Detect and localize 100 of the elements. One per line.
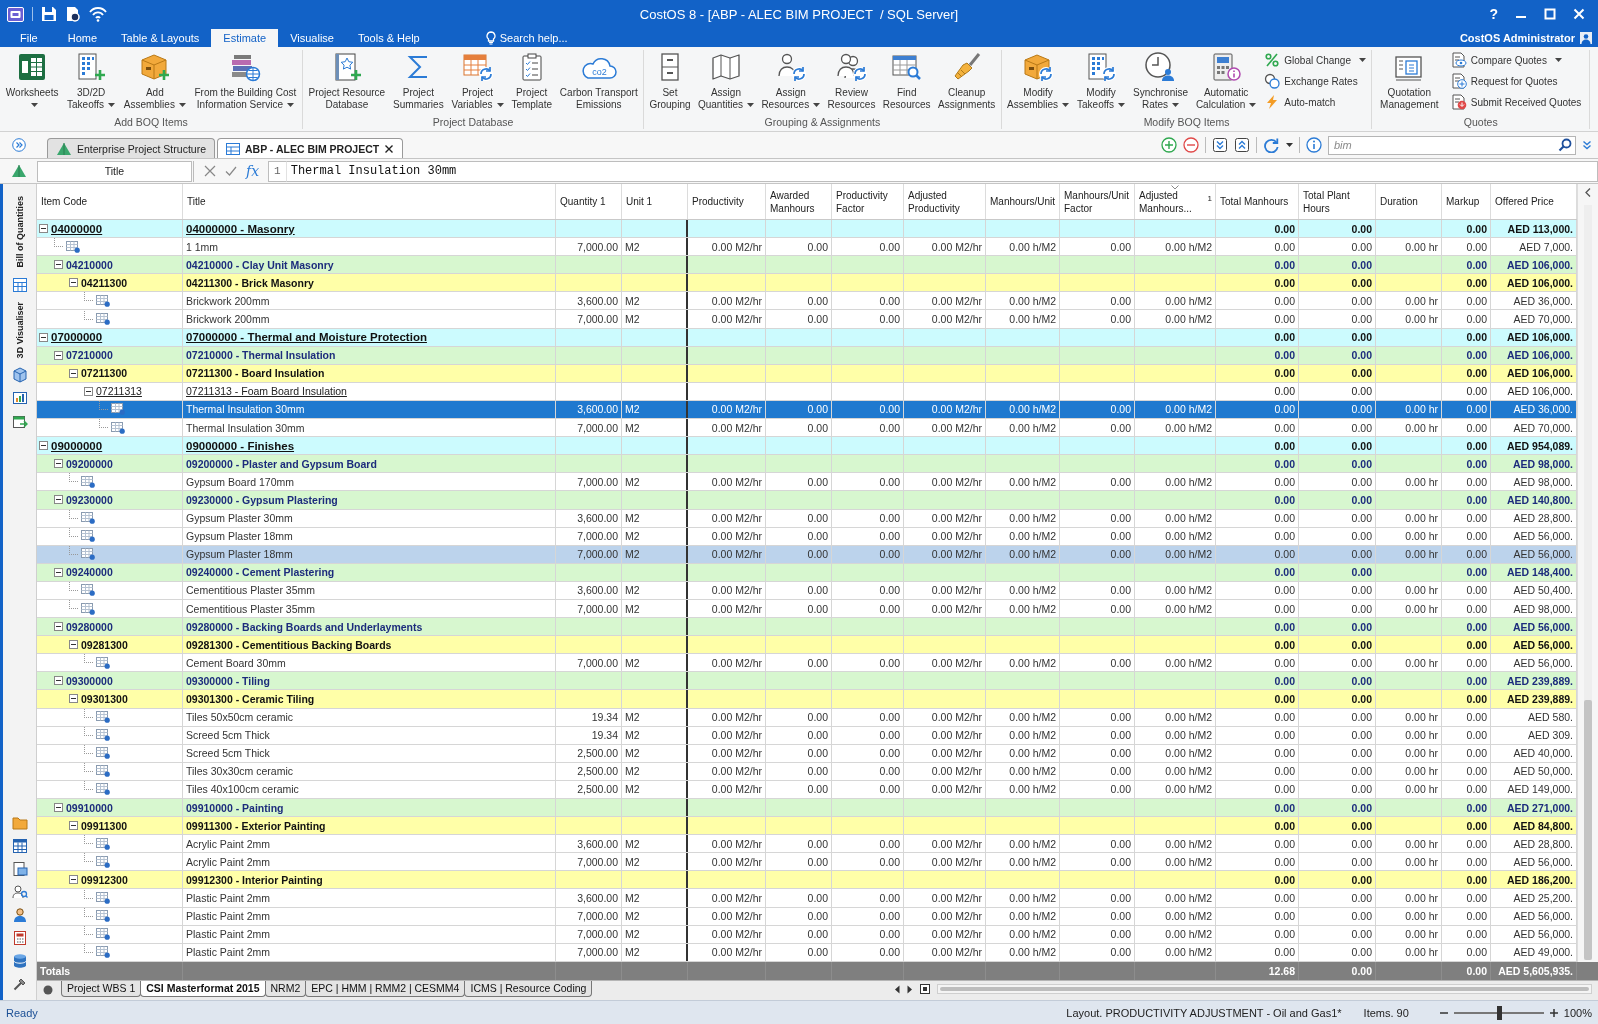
minus-box-icon[interactable] (69, 875, 78, 885)
column-header[interactable]: Adjusted Productivity (904, 184, 986, 219)
ribbon-button[interactable]: Project Summaries (391, 50, 446, 112)
left-arrow-icon[interactable] (894, 984, 900, 994)
table-row[interactable]: Acrylic Paint 2mm 3,600.00 M2 0.00 M2/hr 0.00 0.00 0.00 M2/hr 0.00 h/M2 0.00 0.00 h/M2 0.00 0.00 0.00 hr 0.00 AED 28,800. (37, 835, 1577, 854)
table-row[interactable]: 04210000 04210000 - Clay Unit Masonry 0.00 0.00 0.00 AED 106,000. (37, 256, 1577, 275)
document-tab[interactable]: Enterprise Project Structure (47, 138, 215, 158)
minus-box-icon[interactable] (39, 224, 48, 234)
collapse-all-icon[interactable] (1234, 137, 1250, 153)
minus-box-icon[interactable] (54, 676, 63, 686)
ribbon-button[interactable]: Modify Takeoffs (1075, 50, 1128, 112)
column-header[interactable]: Manhours/Unit Factor (1060, 184, 1135, 219)
ribbon-button[interactable]: Modify Assemblies (1005, 50, 1072, 112)
ribbon-button[interactable]: Global Change (1262, 50, 1368, 70)
person-icon[interactable] (11, 907, 28, 923)
double-chevron-icon[interactable] (11, 138, 26, 152)
caret-icon[interactable] (1286, 143, 1293, 147)
database-icon[interactable] (11, 953, 28, 969)
table-row[interactable]: Acrylic Paint 2mm 7,000.00 M2 0.00 M2/hr 0.00 0.00 0.00 M2/hr 0.00 h/M2 0.00 0.00 h/M2 0.00 0.00 0.00 hr 0.00 AED 56,000. (37, 853, 1577, 872)
minus-box-icon[interactable] (54, 803, 63, 813)
column-header[interactable]: Manhours/Unit (986, 184, 1060, 219)
table-row[interactable]: 1 1mm 7,000.00 M2 0.00 M2/hr 0.00 0.00 0.00 M2/hr 0.00 h/M2 0.00 0.00 h/M2 0.00 0.00 0.00 hr 0.00 AED 7,000. (37, 238, 1577, 257)
help-button[interactable]: ? (1489, 6, 1498, 22)
column-header[interactable]: Productivity Factor (832, 184, 904, 219)
table-icon[interactable] (11, 838, 28, 854)
document-tab[interactable]: ABP - ALEC BIM PROJECT (216, 138, 404, 158)
chevrons-down-icon[interactable] (1582, 140, 1592, 150)
ribbon-button[interactable]: Cleanup Assignments (936, 50, 998, 112)
column-header[interactable]: Markup (1442, 184, 1491, 219)
vertical-scrollbar[interactable] (1584, 205, 1592, 960)
calculator-icon[interactable] (11, 930, 28, 946)
minus-box-icon[interactable] (54, 622, 63, 632)
column-header[interactable]: Productivity (688, 184, 766, 219)
ribbon-button[interactable]: Request for Quotes (1448, 71, 1584, 91)
table-row[interactable]: Thermal Insulation 30mm 7,000.00 M2 0.00 M2/hr 0.00 0.00 0.00 M2/hr 0.00 h/M2 0.00 0.00 h/M2 0.00 0.00 0.00 hr 0.00 AED 70,000. (37, 419, 1577, 438)
close-icon[interactable] (384, 143, 395, 154)
column-header[interactable]: Total Manhours (1216, 184, 1299, 219)
add-icon[interactable] (1161, 137, 1177, 153)
sheet-tab[interactable]: NRM2 (264, 980, 307, 997)
ribbon-button[interactable]: From the Building Cost Information Service (192, 50, 299, 112)
minus-box-icon[interactable] (69, 368, 78, 378)
horizontal-scrollbar[interactable] (937, 984, 1592, 995)
sheet-tab[interactable]: Project WBS 1 (61, 980, 142, 997)
right-arrow-icon[interactable] (907, 984, 913, 994)
minus-box-icon[interactable] (69, 640, 78, 650)
search-field[interactable]: bim (1328, 135, 1576, 155)
column-header[interactable]: Adjusted Manhours... 1 (1135, 184, 1216, 219)
minus-box-icon[interactable] (39, 441, 48, 451)
search-help-field[interactable]: Search help... (499, 32, 580, 44)
minus-box-icon[interactable] (69, 278, 78, 288)
cancel-icon[interactable] (204, 165, 216, 177)
ribbon-button[interactable]: Exchange Rates (1262, 71, 1368, 91)
column-name-field[interactable]: Title (37, 160, 192, 182)
column-header[interactable]: Unit 1 (622, 184, 688, 219)
table-row[interactable]: 09200000 09200000 - Plaster and Gypsum Board 0.00 0.00 0.00 AED 98,000. (37, 455, 1577, 474)
column-header[interactable]: Title (183, 184, 556, 219)
minus-box-icon[interactable] (54, 495, 63, 505)
info-icon[interactable] (1306, 137, 1322, 153)
ribbon-button[interactable]: Find Resources (880, 50, 933, 112)
folder-icon[interactable] (11, 815, 28, 831)
menu-tab[interactable]: Visualise (278, 29, 346, 47)
menu-tab[interactable]: Tools & Help (346, 29, 432, 47)
ribbon-button[interactable]: Synchronise Rates (1130, 50, 1190, 112)
column-header[interactable]: Quantity 1 (556, 184, 622, 219)
table-row[interactable]: 09301300 09301300 - Ceramic Tiling 0.00 0.00 0.00 AED 239,889. (37, 690, 1577, 709)
cube-icon[interactable] (11, 366, 28, 383)
ribbon-button[interactable]: Automatic Calculation (1193, 50, 1259, 112)
ribbon-button[interactable]: Project Resource Database (306, 50, 388, 112)
ribbon-button[interactable]: Auto-match (1262, 92, 1368, 112)
menu-tab[interactable]: Home (55, 29, 110, 47)
table-row[interactable]: 09280000 09280000 - Backing Boards and Underlayments 0.00 0.00 0.00 AED 56,000. (37, 618, 1577, 637)
bar-chart-icon[interactable] (11, 389, 28, 406)
ribbon-button[interactable]: Project Template (509, 50, 554, 112)
remove-icon[interactable] (1183, 137, 1199, 153)
minus-box-icon[interactable] (39, 332, 48, 342)
table-row[interactable]: Plastic Paint 2mm 3,600.00 M2 0.00 M2/hr 0.00 0.00 0.00 M2/hr 0.00 h/M2 0.00 0.00 h/M2 0.00 0.00 0.00 hr 0.00 AED 25,200. (37, 889, 1577, 908)
column-header[interactable]: Awarded Manhours (766, 184, 832, 219)
table-row[interactable]: Gypsum Board 170mm 7,000.00 M2 0.00 M2/hr 0.00 0.00 0.00 M2/hr 0.00 h/M2 0.00 0.00 h/M2 0.00 0.00 0.00 hr 0.00 AED 98,000. (37, 473, 1577, 492)
user-icon[interactable] (1580, 32, 1592, 44)
minus-box-icon[interactable] (54, 350, 63, 360)
sheet-tab[interactable]: CSI Masterformat 2015 (140, 980, 266, 997)
table-row[interactable]: 09230000 09230000 - Gypsum Plastering 0.00 0.00 0.00 AED 140,800. (37, 491, 1577, 510)
ribbon-button[interactable]: Compare Quotes (1448, 50, 1584, 70)
minus-box-icon[interactable] (69, 694, 78, 704)
refresh-icon[interactable] (1263, 137, 1280, 153)
table-row[interactable]: 04000000 04000000 - Masonry 0.00 0.00 0.00 AED 113,000. (37, 220, 1577, 239)
sheet-tab[interactable]: EPC | HMM | RMM2 | CESMM4 (305, 980, 466, 997)
function-button[interactable]: fx (246, 163, 260, 179)
save-icon[interactable] (41, 6, 57, 22)
formula-field[interactable]: Thermal Insulation 30mm (286, 160, 1598, 182)
plus-icon[interactable] (1548, 1007, 1559, 1018)
tools-icon[interactable] (11, 976, 28, 992)
table-icon[interactable] (11, 276, 28, 293)
ribbon-button[interactable]: Worksheets (3, 50, 61, 112)
table-row[interactable]: Brickwork 200mm 3,600.00 M2 0.00 M2/hr 0.00 0.00 0.00 M2/hr 0.00 h/M2 0.00 0.00 h/M2 0.00 0.00 0.00 hr 0.00 AED 36,000. (37, 292, 1577, 311)
maximize-icon[interactable] (1544, 8, 1556, 20)
ribbon-button[interactable]: Review Resources (825, 50, 878, 112)
side-tab[interactable]: 3D Visualiser (14, 301, 25, 358)
minus-box-icon[interactable] (54, 567, 63, 577)
table-row[interactable]: 09000000 09000000 - Finishes 0.00 0.00 0.00 AED 954,089. (37, 437, 1577, 456)
